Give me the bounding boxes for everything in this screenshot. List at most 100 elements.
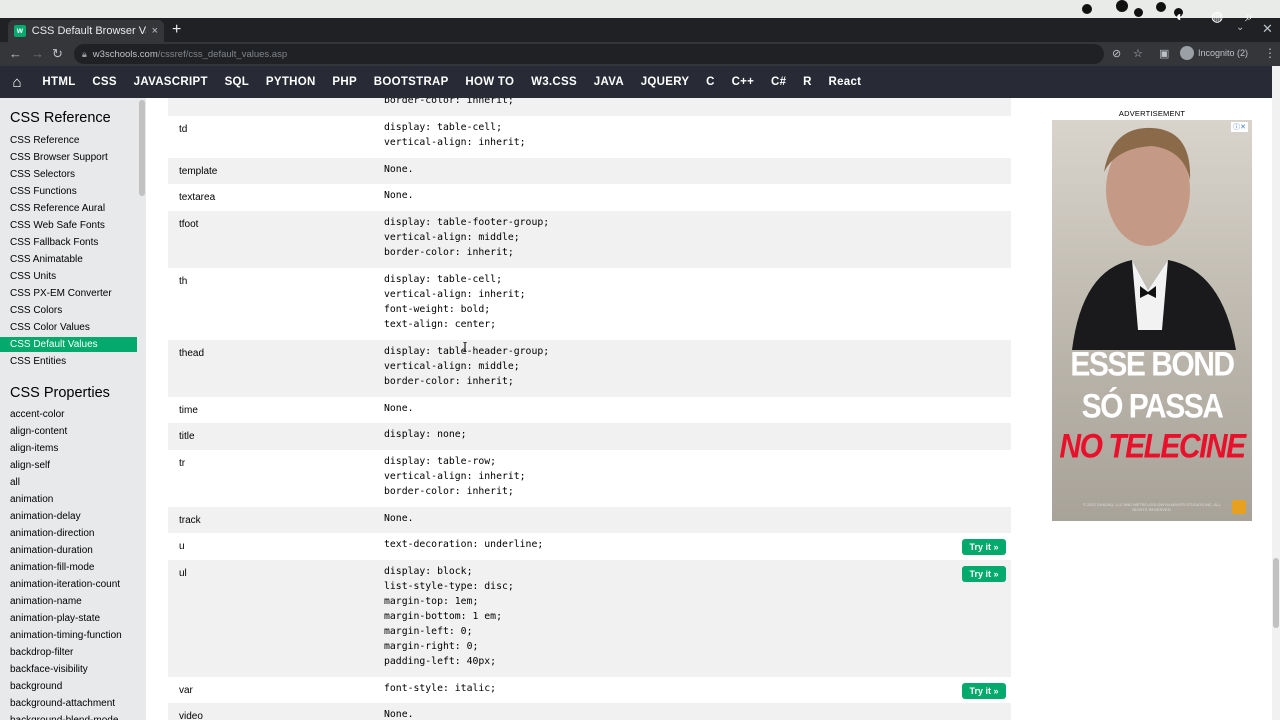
topnav-item-c-[interactable]: C++ (723, 76, 762, 88)
reload-icon[interactable]: ↻ (52, 45, 63, 63)
telecine-logo-icon (1232, 500, 1246, 514)
tab-search-icon[interactable]: ⌄ (1236, 22, 1244, 33)
sidebar-scrollbar[interactable] (138, 98, 146, 720)
sidebar-property-align-content[interactable]: align-content (0, 424, 137, 439)
sidebar-item-css-browser-support[interactable]: CSS Browser Support (0, 150, 137, 165)
table-row: tr display: table-row; vertical-align: in… (168, 449, 1011, 507)
eye-off-icon[interactable]: ⊘ (1112, 47, 1121, 60)
sidebar-property-backface-visibility[interactable]: backface-visibility (0, 662, 137, 677)
tab-title: CSS Default Browser Valu (31, 25, 146, 37)
sidebar-item-css-reference[interactable]: CSS Reference (0, 133, 137, 148)
try-it-button[interactable]: Try it » (962, 682, 1006, 699)
sidebar-item-css-entities[interactable]: CSS Entities (0, 354, 137, 369)
sidebar-item-css-web-safe-fonts[interactable]: CSS Web Safe Fonts (0, 218, 137, 233)
sidebar-property-accent-color[interactable]: accent-color (0, 407, 137, 422)
try-it-button[interactable]: Try it » (962, 539, 1006, 555)
tab-close-icon[interactable]: × (152, 25, 158, 37)
topnav-item-java[interactable]: JAVA (585, 76, 632, 88)
text-cursor-icon (463, 342, 467, 352)
browser-tab[interactable]: w CSS Default Browser Valu × (8, 20, 164, 42)
sidebar-item-css-functions[interactable]: CSS Functions (0, 184, 137, 199)
sidebar-property-animation[interactable]: animation (0, 492, 137, 507)
element-name-cell: video (179, 711, 203, 720)
table-row: ul display: block; list-style-type: disc;… (168, 559, 1011, 677)
globe-icon[interactable]: ◍ (1211, 0, 1223, 32)
sidebar-property-align-self[interactable]: align-self (0, 458, 137, 473)
topnav-item-html[interactable]: HTML (34, 76, 84, 88)
topnav-item-php[interactable]: PHP (324, 76, 365, 88)
sidebar-item-css-color-values[interactable]: CSS Color Values (0, 320, 137, 335)
topnav-item-w3-css[interactable]: W3.CSS (523, 76, 586, 88)
default-css-cell: display: table-cell; vertical-align: inh… (384, 121, 526, 148)
browser-tabstrip: w CSS Default Browser Valu × + ⌄ ✕ (0, 18, 1280, 42)
new-tab-button[interactable]: + (172, 21, 181, 39)
page-scrollbar-thumb[interactable] (1273, 558, 1279, 628)
element-name-cell: textarea (179, 192, 216, 203)
sidebar-property-background-blend-mode[interactable]: background-blend-mode (0, 713, 137, 720)
theme-toggle-icon[interactable]: ◐ (1176, 0, 1184, 32)
sidebar-scrollbar-thumb[interactable] (139, 100, 145, 196)
profile-label: Incognito (2) (1198, 48, 1249, 58)
sidebar-item-css-units[interactable]: CSS Units (0, 269, 137, 284)
url-path: /cssref/css_default_values.asp (157, 48, 288, 60)
sidebar-property-animation-direction[interactable]: animation-direction (0, 526, 137, 541)
topnav-item-css[interactable]: CSS (84, 76, 125, 88)
sidebar-heading-reference: CSS Reference (10, 110, 111, 126)
table-row: thead display: table-header-group; vertic… (168, 339, 1011, 397)
topnav-item-javascript[interactable]: JAVASCRIPT (125, 76, 216, 88)
side-panel-icon[interactable]: ▣ (1159, 47, 1169, 60)
sidebar-property-animation-play-state[interactable]: animation-play-state (0, 611, 137, 626)
sidebar-property-background[interactable]: background (0, 679, 137, 694)
sidebar-item-css-reference-aural[interactable]: CSS Reference Aural (0, 201, 137, 216)
sidebar-item-css-fallback-fonts[interactable]: CSS Fallback Fonts (0, 235, 137, 250)
element-name-cell: template (179, 165, 218, 177)
browser-toolbar: ← → ↻ 🔒︎ w3schools.com/cssref/css_defaul… (0, 42, 1280, 66)
default-css-cell: None. (384, 709, 414, 720)
topnav-item-bootstrap[interactable]: BOOTSTRAP (365, 76, 457, 88)
topnav-item-c-[interactable]: C# (763, 76, 795, 88)
address-bar[interactable]: 🔒︎ w3schools.com/cssref/css_default_valu… (74, 44, 1104, 64)
back-arrow-icon[interactable]: ← (9, 45, 22, 63)
sidebar-property-animation-duration[interactable]: animation-duration (0, 543, 137, 558)
sidebar-item-css-animatable[interactable]: CSS Animatable (0, 252, 137, 267)
page-scrollbar[interactable] (1272, 66, 1280, 720)
forward-arrow-icon[interactable]: → (31, 45, 44, 63)
search-icon[interactable]: ⌕ (1245, 0, 1253, 32)
topnav-item-jquery[interactable]: JQUERY (632, 76, 697, 88)
sidebar-property-align-items[interactable]: align-items (0, 441, 137, 456)
sidebar: CSS Reference CSS Properties CSS Referen… (0, 98, 146, 720)
topnav-item-r[interactable]: R (795, 76, 820, 88)
element-name-cell: thead (179, 347, 205, 359)
home-icon[interactable]: ⌂ (0, 74, 34, 91)
sidebar-property-background-attachment[interactable]: background-attachment (0, 696, 137, 711)
sidebar-property-animation-timing-function[interactable]: animation-timing-function (0, 628, 137, 643)
topnav-item-c[interactable]: C (698, 76, 723, 88)
bookmark-star-icon[interactable]: ☆ (1133, 47, 1143, 60)
sidebar-item-css-colors[interactable]: CSS Colors (0, 303, 137, 318)
sidebar-property-animation-fill-mode[interactable]: animation-fill-mode (0, 560, 137, 575)
try-it-button[interactable]: Try it » (962, 565, 1006, 582)
default-css-cell: text-decoration: underline; (384, 539, 544, 550)
window-close-icon[interactable]: ✕ (1262, 21, 1273, 37)
topnav-item-python[interactable]: PYTHON (258, 76, 325, 88)
sidebar-property-animation-name[interactable]: animation-name (0, 594, 137, 609)
browser-menu-icon[interactable]: ⋮ (1264, 46, 1276, 60)
default-css-cell: None. (384, 163, 414, 175)
sidebar-property-backdrop-filter[interactable]: backdrop-filter (0, 645, 137, 660)
sidebar-item-css-px-em-converter[interactable]: CSS PX-EM Converter (0, 286, 137, 301)
topnav-item-sql[interactable]: SQL (216, 76, 257, 88)
advertisement-banner[interactable]: ⓘ✕ ESSE BOND SÓ PASSA NO TELECINE © 2021… (1052, 120, 1252, 521)
sidebar-property-all[interactable]: all (0, 475, 137, 490)
sidebar-item-css-selectors[interactable]: CSS Selectors (0, 167, 137, 182)
ad-choices-icon[interactable]: ⓘ✕ (1231, 122, 1248, 132)
sidebar-property-animation-delay[interactable]: animation-delay (0, 509, 137, 524)
element-name-cell: tfoot (179, 218, 199, 230)
url-text: w3schools.com/cssref/css_default_values.… (93, 49, 287, 60)
topnav-item-react[interactable]: React (820, 76, 870, 88)
topnav-item-how-to[interactable]: HOW TO (457, 76, 523, 88)
sidebar-item-css-default-values[interactable]: CSS Default Values (0, 337, 137, 352)
sidebar-property-animation-iteration-count[interactable]: animation-iteration-count (0, 577, 137, 592)
default-css-cell: None. (384, 402, 414, 414)
incognito-profile[interactable]: Incognito (2) (1180, 46, 1248, 60)
element-name-cell: track (179, 514, 201, 526)
